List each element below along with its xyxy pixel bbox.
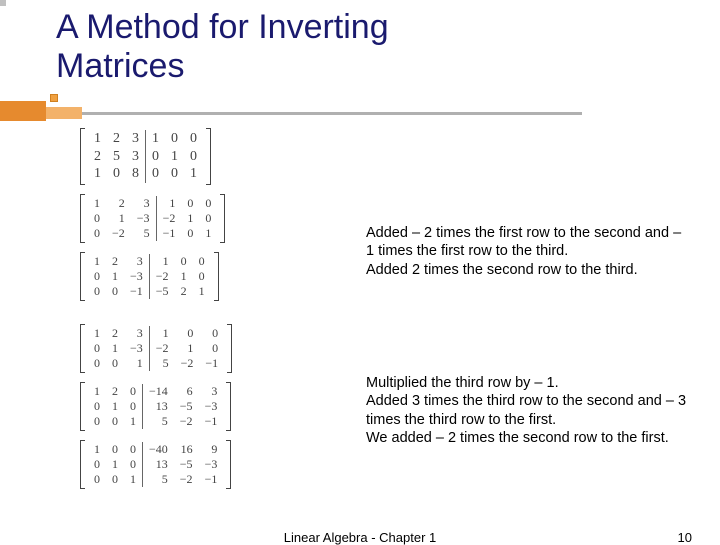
page-number: 10 xyxy=(678,530,692,545)
accent-lightorange xyxy=(46,107,82,119)
accent-gray xyxy=(82,112,582,115)
accent-bars xyxy=(0,104,582,121)
note-2c: We added – 2 times the second row to the… xyxy=(360,429,690,447)
accent-square xyxy=(50,94,58,102)
accent-orange xyxy=(0,101,46,121)
note-1a: Added – 2 times the first row to the sec… xyxy=(360,224,690,260)
matrix-4: 120−146301013−5−30015−2−1 xyxy=(80,382,231,431)
matrix-5: 100−4016901013−5−30015−2−1 xyxy=(80,440,231,489)
content-area: 123100253010108001 12310001−3−2100−25−10… xyxy=(80,128,690,500)
note-2b: Added 3 times the third row to the secon… xyxy=(360,392,690,428)
matrix-3: 12310001−3−2100015−2−1 xyxy=(80,324,232,373)
title-line2: Matrices xyxy=(56,47,389,86)
title-line1: A Method for Inverting xyxy=(56,8,389,47)
footer-text: Linear Algebra - Chapter 1 xyxy=(284,530,436,545)
matrix-2: 12310001−3−21000−1−521 xyxy=(80,252,219,301)
accent-square-gray xyxy=(0,0,6,6)
note-1b: Added 2 times the second row to the thir… xyxy=(360,261,690,279)
matrix-1: 12310001−3−2100−25−101 xyxy=(80,194,225,243)
note-2a: Multiplied the third row by – 1. xyxy=(360,374,690,392)
matrix-0: 123100253010108001 xyxy=(80,128,211,185)
slide-title: A Method for Inverting Matrices xyxy=(56,8,389,86)
